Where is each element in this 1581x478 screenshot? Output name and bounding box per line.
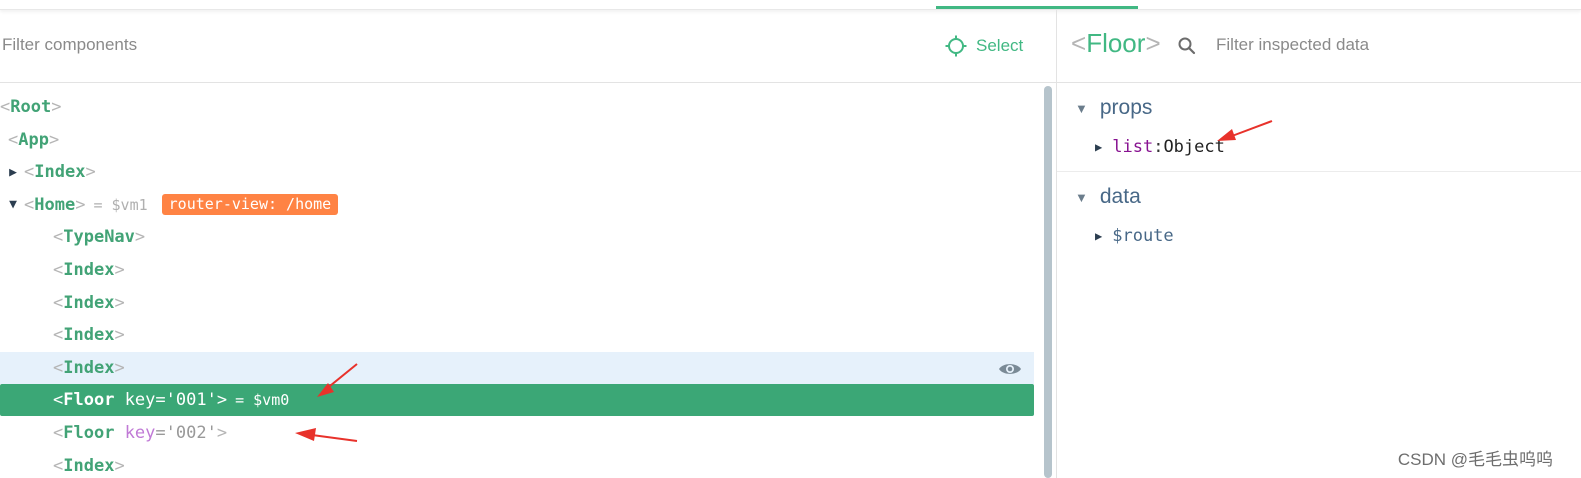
component-name: Floor: [63, 423, 115, 443]
prop-colon: :: [1153, 137, 1164, 157]
inspected-component-name: Floor: [1086, 28, 1146, 58]
component-tree: < Root > < App > ▶ < Index > ▼ < Home > = $vm1 router-v…: [0, 83, 1042, 478]
close-angle: >: [85, 162, 96, 183]
section-props-header[interactable]: ▼ props: [1075, 96, 1152, 120]
component-name: App: [18, 129, 49, 150]
tree-node-app[interactable]: < App >: [0, 124, 1034, 156]
prop-key: list: [1112, 137, 1154, 157]
select-component-button[interactable]: Select: [945, 34, 1023, 58]
vm-reference: = $vm1: [93, 195, 148, 214]
caret-right-icon: ▶: [1095, 229, 1103, 243]
caret-right-icon: ▶: [1095, 140, 1103, 154]
close-angle: >: [51, 97, 62, 117]
close-angle: >: [114, 292, 125, 313]
close-angle: >: [114, 357, 125, 378]
close-angle: >: [75, 194, 86, 215]
close-angle: >: [114, 325, 125, 346]
vm-reference: = $vm0: [235, 391, 290, 410]
caret-right-icon[interactable]: ▶: [6, 165, 20, 180]
open-angle: <: [53, 325, 64, 346]
active-tab-indicator: [936, 6, 1138, 9]
crosshair-icon: [945, 35, 967, 57]
filter-inspected-data-input[interactable]: [1216, 32, 1556, 58]
component-name: Root: [10, 97, 52, 117]
component-name: Home: [34, 194, 76, 215]
search-icon: [1178, 37, 1196, 55]
close-angle: >: [216, 390, 228, 411]
tree-node-root[interactable]: < Root >: [0, 91, 1034, 123]
component-name: TypeNav: [63, 227, 135, 248]
inspected-component-title: <Floor>: [1071, 28, 1161, 58]
attr-name: key: [124, 423, 156, 443]
component-name: Index: [63, 357, 115, 378]
component-name: Index: [63, 455, 115, 476]
components-pane: Select <Root><App>▶<Index>▼<Home>= $vm1r…: [0, 10, 1056, 478]
tree-node-index[interactable]: < Index >: [0, 254, 1034, 286]
open-angle: <: [53, 292, 64, 313]
devtools-top-bar: [0, 0, 1581, 10]
open-angle: <: [53, 455, 64, 476]
inspector-toolbar: <Floor>: [1057, 10, 1581, 83]
close-angle: >: [134, 227, 146, 248]
tree-node-floor[interactable]: < Floor key = '001' > = $vm0: [0, 384, 1034, 417]
open-angle: <: [8, 129, 19, 150]
attr-name: key: [124, 390, 156, 411]
section-data-header[interactable]: ▼ data: [1075, 185, 1141, 209]
attr-equals: =: [155, 423, 166, 443]
component-name: Index: [34, 162, 86, 183]
data-key: $route: [1112, 226, 1174, 246]
open-angle: <: [53, 390, 64, 411]
tree-scrollbar[interactable]: [1044, 86, 1052, 478]
close-angle: >: [48, 129, 60, 150]
data-row-route[interactable]: ▶ $route: [1095, 226, 1174, 246]
open-angle: <: [24, 194, 35, 215]
caret-down-icon: ▼: [1075, 100, 1088, 116]
open-angle: <: [53, 260, 64, 280]
router-view-badge: router-view: /home: [161, 194, 339, 216]
tree-node-floor[interactable]: < Floor key = '002' >: [0, 417, 1034, 449]
component-name: Floor: [63, 390, 115, 411]
watermark: CSDN @毛毛虫呜呜: [1397, 450, 1553, 469]
section-title: props: [1099, 96, 1153, 119]
section-divider: [1057, 171, 1581, 172]
filter-components-input[interactable]: [2, 32, 702, 58]
section-title: data: [1099, 185, 1141, 208]
open-angle: <: [53, 227, 64, 248]
tree-node-index[interactable]: < Index >: [0, 287, 1034, 319]
attr-value: '002': [165, 423, 217, 443]
attr-value: '001': [165, 390, 217, 411]
close-angle: >: [114, 260, 125, 280]
caret-down-icon: ▼: [1075, 189, 1088, 205]
tree-node-index[interactable]: < Index >: [0, 450, 1034, 478]
prop-row-list[interactable]: ▶ list: Object: [1095, 137, 1225, 157]
inspector-pane: <Floor> ▼ props ▶ list: Object ▼ data ▶ …: [1057, 10, 1581, 478]
component-name: Index: [63, 325, 115, 346]
component-name: Index: [63, 260, 115, 280]
open-angle: <: [0, 97, 11, 117]
open-angle: <: [53, 423, 64, 443]
caret-down-icon[interactable]: ▼: [6, 197, 20, 212]
tree-node-index[interactable]: < Index >: [0, 351, 1034, 384]
close-angle: >: [216, 423, 228, 443]
tree-node-index[interactable]: < Index >: [0, 319, 1034, 351]
open-angle: <: [24, 162, 35, 183]
prop-value: Object: [1163, 137, 1225, 157]
tree-node-index[interactable]: ▶ < Index >: [0, 156, 1032, 188]
component-name: Index: [63, 292, 115, 313]
open-angle: <: [53, 357, 64, 378]
eye-icon[interactable]: [998, 361, 1022, 377]
select-label: Select: [976, 36, 1024, 55]
attr-equals: =: [155, 390, 166, 411]
tree-node-home[interactable]: ▼ < Home > = $vm1 router-view: /home: [0, 189, 1032, 221]
close-angle: >: [114, 455, 125, 476]
tree-node-typenav[interactable]: < TypeNav >: [0, 221, 1034, 253]
components-toolbar: Select: [0, 10, 1056, 83]
